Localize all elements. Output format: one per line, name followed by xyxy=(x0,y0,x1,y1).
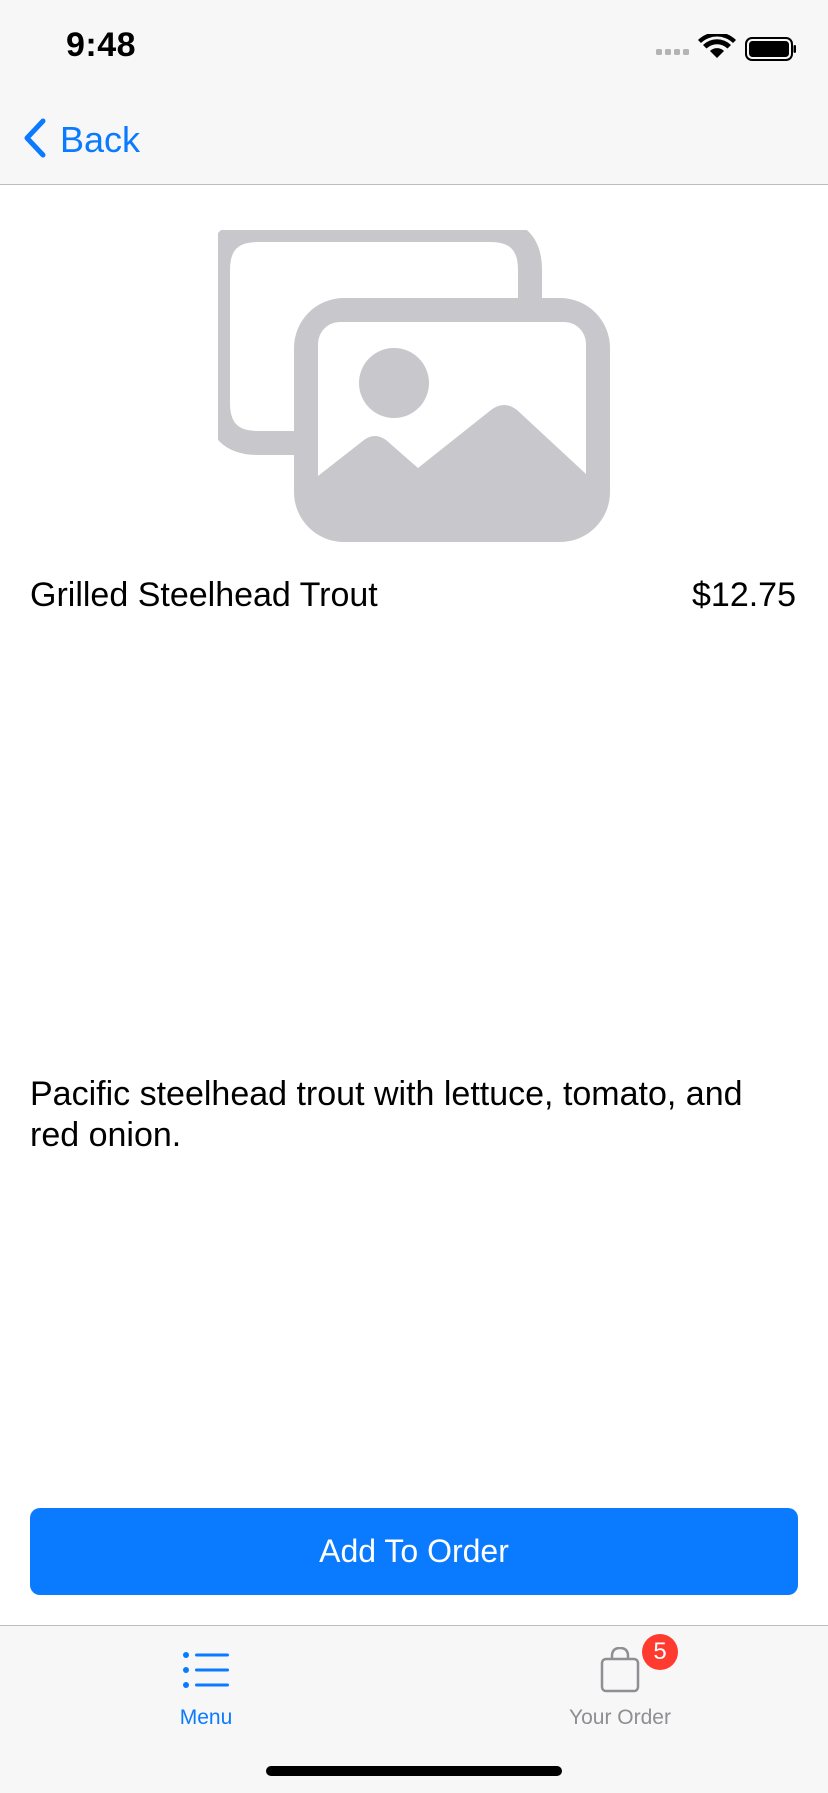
tab-your-order-label: Your Order xyxy=(569,1706,671,1729)
list-bullet-icon xyxy=(183,1642,229,1698)
chevron-left-icon xyxy=(22,118,48,163)
status-time: 9:48 xyxy=(66,26,137,64)
add-to-order-label: Add To Order xyxy=(319,1533,509,1569)
bag-icon: 5 xyxy=(600,1634,678,1698)
battery-icon xyxy=(745,37,796,61)
home-indicator xyxy=(266,1766,562,1776)
photo-stack-placeholder-icon xyxy=(206,218,610,542)
status-icons xyxy=(656,32,796,66)
cellular-signal-icon xyxy=(656,49,689,55)
wifi-icon xyxy=(698,32,736,58)
back-button[interactable]: Back xyxy=(22,116,140,164)
item-name: Grilled Steelhead Trout xyxy=(30,576,378,614)
item-price: $12.75 xyxy=(692,576,796,614)
item-description: Pacific steelhead trout with lettuce, to… xyxy=(30,1075,743,1154)
navigation-bar: Back xyxy=(0,96,828,185)
back-label: Back xyxy=(60,119,141,160)
tab-your-order[interactable]: 5 Your Order xyxy=(520,1634,720,1752)
order-count-badge: 5 xyxy=(642,1634,678,1670)
tab-menu-label: Menu xyxy=(179,1706,233,1729)
tab-menu[interactable]: Menu xyxy=(106,1642,306,1752)
add-to-order-button[interactable]: Add To Order xyxy=(30,1508,798,1595)
status-bar: 9:48 xyxy=(0,0,828,96)
